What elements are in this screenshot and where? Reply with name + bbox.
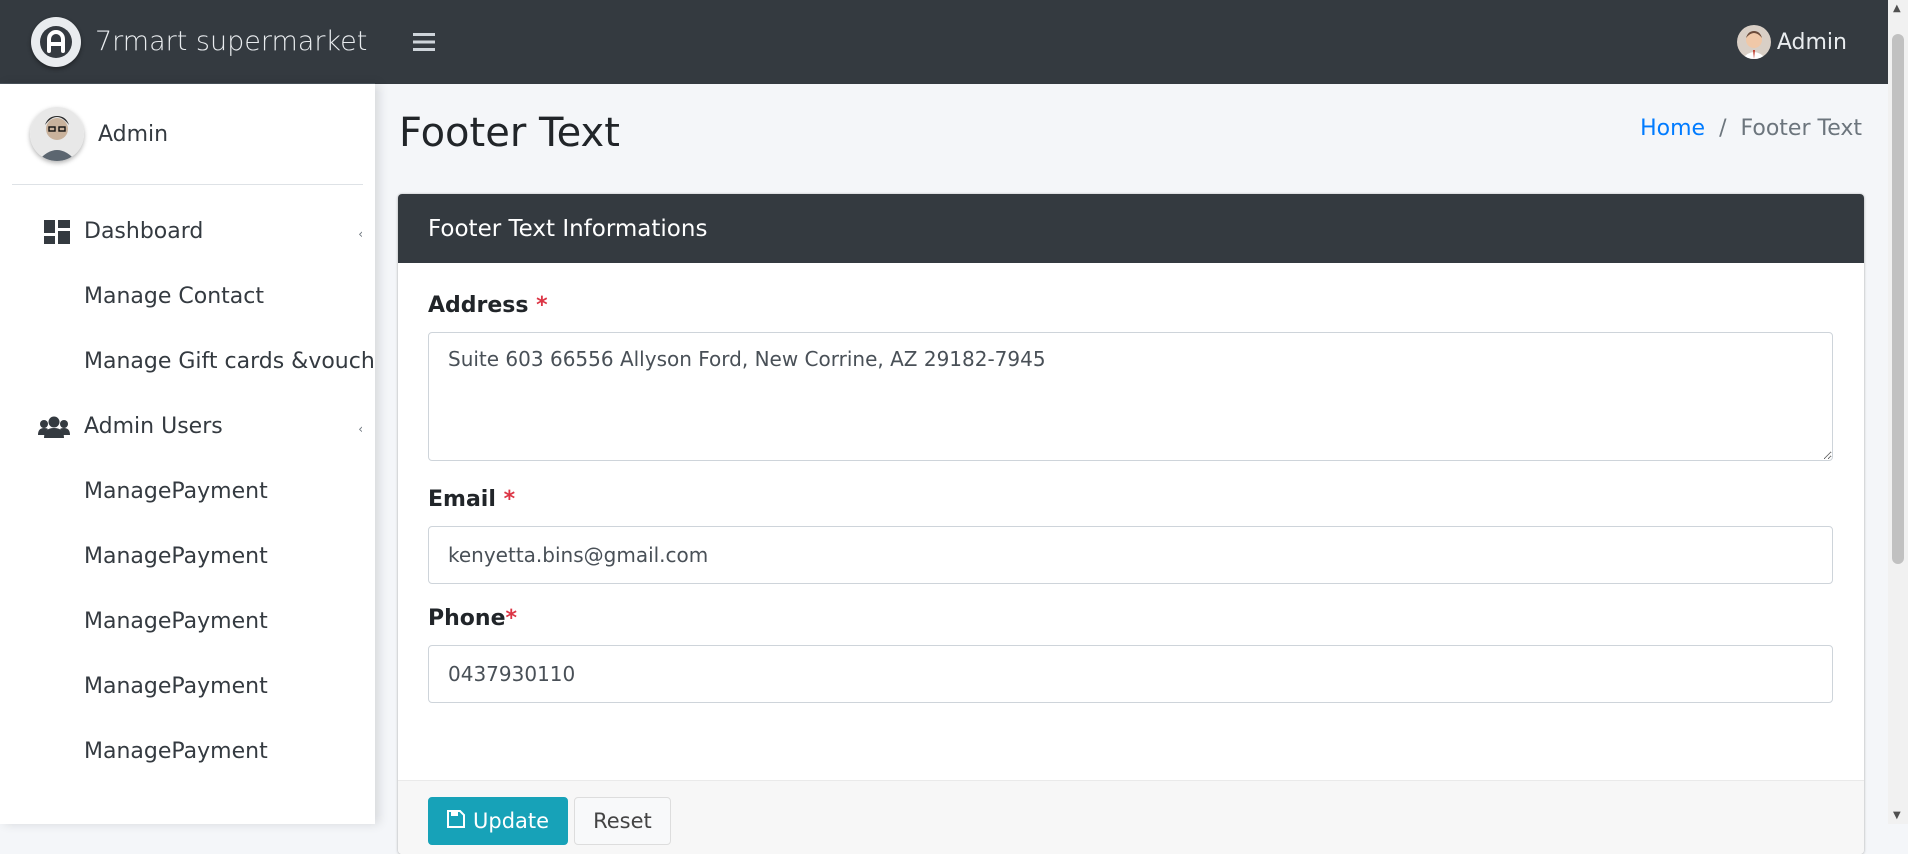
user-avatar	[1736, 25, 1771, 59]
breadcrumb-separator: /	[1719, 116, 1727, 141]
sidebar-item-manage-gift-cards[interactable]: Manage Gift cards &voucher	[0, 329, 375, 394]
app-logo-icon	[31, 16, 81, 67]
breadcrumb-home-link[interactable]: Home	[1640, 116, 1705, 141]
required-mark: *	[536, 293, 548, 318]
sidebar-item-manage-payment[interactable]: ManagePayment	[0, 654, 375, 719]
card-header: Footer Text Informations	[398, 194, 1864, 263]
avatar	[30, 107, 84, 161]
sidebar-item-label: Admin Users	[84, 414, 223, 439]
address-textarea[interactable]: Suite 603 66556 Allyson Ford, New Corrin…	[428, 332, 1833, 461]
user-menu[interactable]: Admin	[1736, 25, 1847, 59]
scrollbar-thumb[interactable]	[1892, 34, 1904, 564]
address-group: Address * Suite 603 66556 Allyson Ford, …	[428, 293, 1834, 465]
page-scrollbar[interactable]: ▲ ▼	[1888, 0, 1908, 824]
update-button-label: Update	[473, 809, 550, 833]
address-label: Address *	[428, 293, 1834, 318]
reset-button-label: Reset	[593, 809, 652, 833]
phone-field[interactable]	[428, 645, 1833, 703]
sidebar-item-manage-contact[interactable]: Manage Contact	[0, 264, 375, 329]
sidebar-item-manage-payment[interactable]: ManagePayment	[0, 589, 375, 654]
sidebar-item-manage-payment[interactable]: ManagePayment	[0, 459, 375, 524]
required-mark: *	[505, 606, 517, 631]
menu-toggle-icon[interactable]	[409, 27, 439, 57]
email-label: Email *	[428, 487, 1834, 512]
sidebar-item-dashboard[interactable]: Dashboard ‹	[0, 199, 375, 264]
dashboard-icon	[0, 219, 84, 244]
sidebar-item-label: Dashboard	[84, 219, 204, 244]
sidebar-user-panel[interactable]: Admin	[12, 84, 363, 185]
email-field[interactable]	[428, 526, 1833, 584]
address-label-text: Address	[428, 293, 529, 318]
chevron-left-icon: ‹	[358, 422, 363, 436]
footer-text-card: Footer Text Informations Address * Suite…	[398, 194, 1864, 854]
sidebar-user-name: Admin	[98, 121, 169, 147]
sidebar-nav: Dashboard ‹ Manage Contact Manage Gift c…	[0, 185, 375, 784]
breadcrumb-current: Footer Text	[1740, 116, 1862, 141]
user-name: Admin	[1776, 29, 1847, 55]
sidebar-item-label: ManagePayment	[84, 739, 268, 764]
sidebar-item-label: ManagePayment	[84, 479, 268, 504]
card-footer: Update Reset	[398, 780, 1864, 854]
sidebar-item-label: ManagePayment	[84, 544, 268, 569]
sidebar-item-label: Manage Gift cards &voucher	[84, 349, 375, 374]
email-label-text: Email	[428, 487, 496, 512]
sidebar-item-label: ManagePayment	[84, 609, 268, 634]
chevron-left-icon: ‹	[358, 227, 363, 241]
sidebar-item-manage-payment[interactable]: ManagePayment	[0, 524, 375, 589]
page-title: Footer Text	[399, 110, 620, 156]
sidebar: Admin Dashboard ‹ Manage Contact Manage …	[0, 84, 375, 824]
update-button[interactable]: Update	[428, 797, 569, 845]
card-body: Address * Suite 603 66556 Allyson Ford, …	[398, 263, 1864, 703]
main-content: Footer Text Home / Footer Text Footer Te…	[375, 84, 1888, 854]
scroll-down-icon[interactable]: ▼	[1893, 810, 1901, 821]
sidebar-item-manage-payment[interactable]: ManagePayment	[0, 719, 375, 784]
top-navbar: 7rmart supermarket Admin	[0, 0, 1888, 84]
sidebar-item-label: Manage Contact	[84, 284, 264, 309]
phone-label-text: Phone	[428, 606, 506, 631]
reset-button[interactable]: Reset	[574, 797, 671, 845]
phone-label: Phone*	[428, 606, 1834, 631]
users-icon	[0, 416, 84, 438]
scroll-up-icon[interactable]: ▲	[1893, 3, 1901, 14]
phone-group: Phone*	[428, 606, 1834, 703]
required-mark: *	[503, 487, 516, 512]
brand-link[interactable]: 7rmart supermarket	[0, 0, 375, 84]
email-group: Email *	[428, 487, 1834, 584]
brand-name: 7rmart supermarket	[95, 26, 368, 57]
save-icon	[447, 809, 465, 833]
card-title: Footer Text Informations	[428, 215, 708, 242]
sidebar-item-label: ManagePayment	[84, 674, 268, 699]
breadcrumb: Home / Footer Text	[1640, 116, 1862, 141]
sidebar-item-admin-users[interactable]: Admin Users ‹	[0, 394, 375, 459]
